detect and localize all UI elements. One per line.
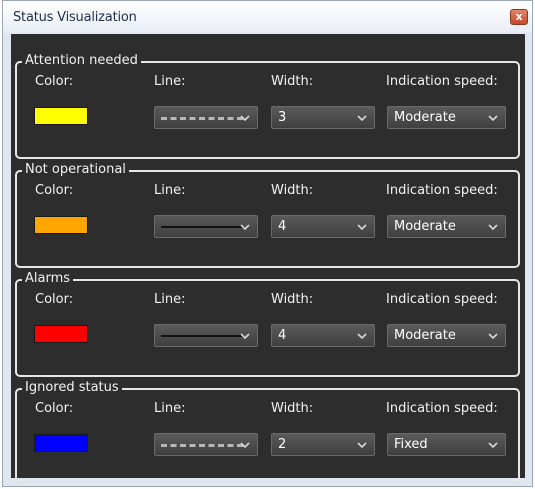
width-value: 3 — [278, 110, 287, 125]
color-swatch[interactable] — [34, 325, 88, 343]
indication-speed-dropdown[interactable]: Moderate — [387, 106, 506, 129]
width-label: Width: — [271, 401, 314, 416]
group-title: Attention needed — [22, 53, 141, 69]
chevron-down-icon — [240, 442, 250, 449]
group-title: Ignored status — [22, 380, 122, 396]
width-label: Width: — [271, 74, 314, 89]
color-label: Color: — [35, 401, 74, 416]
group-alarms: Alarms Color: Line: Width: Indication sp… — [15, 271, 520, 377]
group-title: Not operational — [22, 162, 129, 178]
chevron-down-icon — [488, 442, 498, 449]
chevron-down-icon — [357, 442, 367, 449]
close-button[interactable]: x — [510, 9, 528, 25]
chevron-down-icon — [357, 224, 367, 231]
line-style-dropdown[interactable] — [154, 106, 258, 129]
line-label: Line: — [154, 183, 186, 198]
line-style-sample — [161, 444, 243, 447]
indication-speed-dropdown[interactable]: Moderate — [387, 324, 506, 347]
chevron-down-icon — [240, 333, 250, 340]
line-style-dropdown[interactable] — [154, 433, 258, 456]
indication-speed-dropdown[interactable]: Moderate — [387, 215, 506, 238]
line-style-sample — [161, 226, 243, 228]
line-style-dropdown[interactable] — [154, 324, 258, 347]
width-value: 4 — [278, 219, 287, 234]
color-swatch[interactable] — [34, 107, 88, 125]
speed-value: Fixed — [394, 437, 428, 452]
group-attention-needed: Attention needed Color: Line: Width: Ind… — [15, 53, 520, 159]
chevron-down-icon — [240, 115, 250, 122]
chevron-down-icon — [488, 333, 498, 340]
status-visualization-window: Status Visualization x Attention needed … — [2, 0, 533, 487]
line-style-sample — [161, 117, 243, 120]
speed-label: Indication speed: — [386, 183, 498, 198]
group-title: Alarms — [22, 271, 74, 287]
chevron-down-icon — [357, 115, 367, 122]
width-dropdown[interactable]: 4 — [271, 215, 375, 238]
color-label: Color: — [35, 292, 74, 307]
line-style-dropdown[interactable] — [154, 215, 258, 238]
width-value: 2 — [278, 437, 287, 452]
content-panel: Attention needed Color: Line: Width: Ind… — [11, 34, 525, 486]
width-dropdown[interactable]: 4 — [271, 324, 375, 347]
indication-speed-dropdown[interactable]: Fixed — [387, 433, 506, 456]
group-not-operational: Not operational Color: Line: Width: Indi… — [15, 162, 520, 268]
title-bar[interactable]: Status Visualization x — [3, 1, 532, 33]
line-label: Line: — [154, 401, 186, 416]
window-title: Status Visualization — [13, 10, 137, 25]
line-label: Line: — [154, 74, 186, 89]
speed-label: Indication speed: — [386, 401, 498, 416]
chevron-down-icon — [488, 115, 498, 122]
color-label: Color: — [35, 183, 74, 198]
width-label: Width: — [271, 292, 314, 307]
width-label: Width: — [271, 183, 314, 198]
chevron-down-icon — [357, 333, 367, 340]
speed-value: Moderate — [394, 110, 456, 125]
width-dropdown[interactable]: 2 — [271, 433, 375, 456]
close-icon: x — [515, 10, 523, 23]
speed-value: Moderate — [394, 328, 456, 343]
speed-label: Indication speed: — [386, 74, 498, 89]
color-label: Color: — [35, 74, 74, 89]
width-dropdown[interactable]: 3 — [271, 106, 375, 129]
line-label: Line: — [154, 292, 186, 307]
chevron-down-icon — [240, 224, 250, 231]
color-swatch[interactable] — [34, 216, 88, 234]
chevron-down-icon — [488, 224, 498, 231]
speed-value: Moderate — [394, 219, 456, 234]
line-style-sample — [161, 335, 243, 337]
width-value: 4 — [278, 328, 287, 343]
color-swatch[interactable] — [34, 434, 88, 452]
speed-label: Indication speed: — [386, 292, 498, 307]
group-ignored-status: Ignored status Color: Line: Width: Indic… — [15, 380, 520, 486]
